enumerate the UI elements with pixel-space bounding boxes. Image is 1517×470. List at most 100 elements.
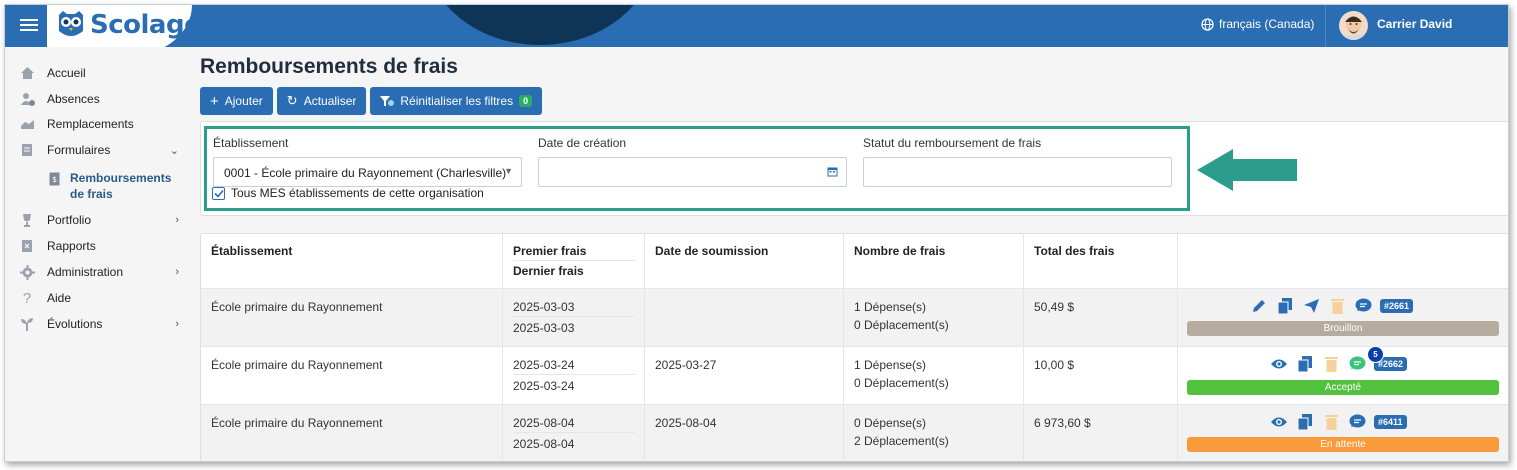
comment-count-badge: 5 xyxy=(1367,346,1384,363)
add-button[interactable]: + Ajouter xyxy=(200,87,273,115)
calendar-icon xyxy=(827,167,838,177)
trash-icon[interactable] xyxy=(1322,413,1340,431)
sidebar-item-evolutions[interactable]: Évolutions › xyxy=(19,314,179,334)
owl-logo-icon xyxy=(59,11,83,36)
trophy-icon xyxy=(19,212,35,228)
column-header-submission-date[interactable]: Date de soumission xyxy=(645,234,844,288)
checkbox-label: Tous MES établissements de cette organis… xyxy=(231,186,484,200)
cell-establishment: École primaire du Rayonnement xyxy=(201,347,503,405)
sidebar-item-label: Accueil xyxy=(47,66,86,80)
column-header-fee-total[interactable]: Total des frais xyxy=(1024,234,1178,288)
view-icon[interactable] xyxy=(1270,355,1288,373)
sprout-icon xyxy=(19,316,35,332)
plus-icon: + xyxy=(210,92,219,110)
help-icon: ? xyxy=(22,289,32,307)
copy-icon[interactable] xyxy=(1296,355,1314,373)
sidebar: Accueil Absences Remplacements Formulair… xyxy=(5,47,191,461)
cell-establishment: École primaire du Rayonnement xyxy=(201,289,503,347)
status-label: Statut du remboursement de frais xyxy=(863,136,1042,150)
cell-fee-dates: 2025-03-03 2025-03-03 xyxy=(503,289,645,347)
logo-text: Scolago xyxy=(90,10,202,40)
cell-actions: #6411 En attente xyxy=(1178,405,1508,461)
top-bar: Scolago français (Canada) Carrier David xyxy=(5,5,1508,47)
establishment-label: Établissement xyxy=(213,136,289,150)
user-name[interactable]: Carrier David xyxy=(1377,17,1452,31)
replacement-icon xyxy=(19,116,35,132)
sidebar-item-aide[interactable]: ? Aide xyxy=(19,288,179,308)
edit-icon[interactable] xyxy=(1250,297,1268,315)
cell-fee-dates: 2025-08-04 2025-08-04 xyxy=(503,405,645,461)
column-header-fee-count[interactable]: Nombre de frais xyxy=(844,234,1024,288)
creation-date-input[interactable] xyxy=(538,157,847,187)
cell-actions: #2662 5 Accepté xyxy=(1178,346,1508,405)
language-label: français (Canada) xyxy=(1219,17,1315,31)
absence-icon xyxy=(19,91,35,107)
expense-icon: $ xyxy=(49,172,60,188)
sidebar-item-rapports[interactable]: Rapports xyxy=(19,236,179,256)
sidebar-item-formulaires[interactable]: Formulaires ⌄ xyxy=(19,140,179,160)
comment-icon[interactable] xyxy=(1348,413,1366,431)
page-title: Remboursements de frais xyxy=(200,55,458,78)
copy-icon[interactable] xyxy=(1296,413,1314,431)
creation-date-label: Date de création xyxy=(538,136,627,150)
sidebar-item-label: Absences xyxy=(47,92,100,106)
view-icon[interactable] xyxy=(1270,413,1288,431)
expense-id-badge[interactable]: #6411 xyxy=(1374,415,1407,429)
column-header-fee-dates[interactable]: Premier frais Dernier frais xyxy=(503,234,645,288)
sidebar-item-label: Rapports xyxy=(47,239,96,253)
menu-icon[interactable] xyxy=(19,16,39,34)
cell-fee-count: 0 Dépense(s) 2 Déplacement(s) xyxy=(844,405,1024,461)
arrow-left-icon xyxy=(1197,149,1297,191)
all-establishments-checkbox[interactable]: Tous MES établissements de cette organis… xyxy=(212,186,484,200)
sidebar-item-remboursements[interactable]: $ Remboursements de frais xyxy=(49,170,179,202)
report-icon xyxy=(19,238,35,254)
sidebar-item-label: Remplacements xyxy=(47,117,134,131)
gear-icon xyxy=(19,264,35,280)
refresh-icon: ↻ xyxy=(286,93,298,108)
status-input[interactable] xyxy=(863,157,1172,187)
expense-id-badge[interactable]: #2661 xyxy=(1380,299,1414,313)
sidebar-item-label: Administration xyxy=(47,265,124,279)
cell-fee-count: 1 Dépense(s) 0 Déplacement(s) xyxy=(844,289,1024,347)
sidebar-item-label: Aide xyxy=(47,291,72,305)
sidebar-item-remplacements[interactable]: Remplacements xyxy=(19,114,179,134)
form-icon xyxy=(19,142,35,158)
checkbox-checked-icon xyxy=(212,186,225,200)
cell-total: 10,00 $ xyxy=(1024,347,1178,405)
sidebar-item-portfolio[interactable]: Portfolio › xyxy=(19,210,179,230)
establishment-select[interactable]: 0001 - École primaire du Rayonnement (Ch… xyxy=(213,157,522,187)
sidebar-item-accueil[interactable]: Accueil xyxy=(19,63,179,83)
reset-filters-button[interactable]: Réinitialiser les filtres 0 xyxy=(370,87,543,115)
column-header-establishment[interactable]: Établissement xyxy=(201,234,503,288)
sidebar-item-administration[interactable]: Administration › xyxy=(19,262,179,282)
trash-icon[interactable] xyxy=(1328,297,1346,315)
avatar[interactable] xyxy=(1339,11,1368,40)
cell-total: 50,49 $ xyxy=(1024,289,1178,347)
expense-table: Établissement Premier frais Dernier frai… xyxy=(200,233,1508,461)
language-selector[interactable]: français (Canada) xyxy=(1201,17,1314,31)
establishment-value: 0001 - École primaire du Rayonnement (Ch… xyxy=(224,166,507,180)
toolbar: + Ajouter ↻ Actualiser Réinitialiser les… xyxy=(200,87,543,115)
cell-establishment: École primaire du Rayonnement xyxy=(201,405,503,461)
app-window: Scolago français (Canada) Carrier David … xyxy=(4,4,1509,462)
globe-icon xyxy=(1201,17,1214,31)
table-row[interactable]: École primaire du Rayonnement 2025-03-03… xyxy=(201,288,1508,347)
comment-icon[interactable] xyxy=(1354,297,1372,315)
home-icon xyxy=(19,65,35,81)
cell-actions: #2661 Brouillon xyxy=(1178,289,1508,347)
chevron-right-icon: › xyxy=(175,266,179,278)
cell-submission-date xyxy=(645,289,844,347)
sidebar-item-label: Évolutions xyxy=(47,317,103,331)
send-icon[interactable] xyxy=(1302,297,1320,315)
table-row[interactable]: École primaire du Rayonnement 2025-03-24… xyxy=(201,346,1508,405)
filter-reset-icon xyxy=(380,96,395,106)
comment-icon[interactable] xyxy=(1348,355,1366,373)
refresh-button[interactable]: ↻ Actualiser xyxy=(276,87,367,115)
copy-icon[interactable] xyxy=(1276,297,1294,315)
cell-total: 6 973,60 $ xyxy=(1024,405,1178,461)
column-header-actions xyxy=(1178,234,1508,288)
table-row[interactable]: École primaire du Rayonnement 2025-08-04… xyxy=(201,404,1508,461)
status-badge: Accepté xyxy=(1187,380,1499,395)
sidebar-item-absences[interactable]: Absences xyxy=(19,89,179,109)
trash-icon[interactable] xyxy=(1322,355,1340,373)
